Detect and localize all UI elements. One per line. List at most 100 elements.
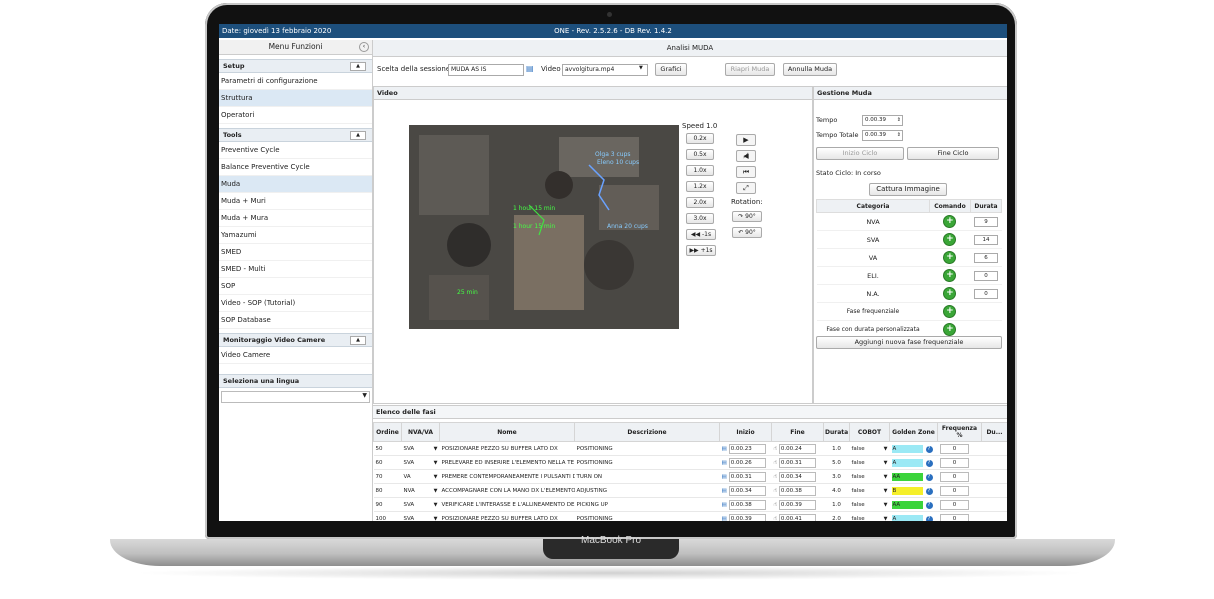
frequenza-cell[interactable]: 0 xyxy=(937,441,982,456)
sidebar-item[interactable]: SOP Database xyxy=(219,312,372,329)
mute-icon[interactable]: ◀̸ xyxy=(736,150,756,162)
table-row[interactable]: 60 SVA ▼ PRELEVARE ED INSERIRE L'ELEMENTO N… xyxy=(373,455,1007,470)
frequenza-value[interactable]: 0 xyxy=(939,443,969,454)
video-player[interactable]: Olga 3 cups Eleno 10 cups 1 hour 15 min … xyxy=(409,125,679,329)
fine-cell[interactable]: ☝ 0.00.31 xyxy=(771,455,824,470)
fine-value[interactable]: 0.00.34 xyxy=(778,471,816,482)
hand-icon[interactable]: ☝ xyxy=(774,446,777,452)
table-row[interactable]: 50 SVA ▼ POSIZIONARE PEZZO SU BUFFER LATO D… xyxy=(373,441,1007,456)
language-select[interactable]: ▼ xyxy=(221,391,370,403)
collapse-icon[interactable]: ‹ xyxy=(359,42,369,52)
golden-zone-value[interactable]: A xyxy=(891,458,923,467)
inizio-value[interactable]: 0.00.39 xyxy=(728,513,766,521)
inizio-value[interactable]: 0.00.38 xyxy=(728,499,766,510)
inizio-cell[interactable]: ▤ 0.00.34 xyxy=(719,483,772,498)
descrizione-cell[interactable]: ADJUSTING xyxy=(574,483,720,498)
descrizione-cell[interactable]: POSITIONING xyxy=(574,511,720,521)
fine-value[interactable]: 0.00.41 xyxy=(778,513,816,521)
nome-cell[interactable]: POSIZIONARE PEZZO SU BUFFER LATO DX xyxy=(439,511,575,521)
calendar-icon[interactable]: ▤ xyxy=(722,502,727,508)
tempo-totale-input[interactable]: 0.00.39 ⇕ xyxy=(862,130,903,141)
sidebar-item[interactable]: SOP xyxy=(219,278,372,295)
table-row[interactable]: 100 SVA ▼ POSIZIONARE PEZZO SU BUFFER LATO … xyxy=(373,511,1007,521)
inizio-value[interactable]: 0.00.34 xyxy=(728,485,766,496)
descrizione-cell[interactable]: PICKING UP xyxy=(574,497,720,512)
fine-cell[interactable]: ☝ 0.00.24 xyxy=(771,441,824,456)
rotate-cw-button[interactable]: ↷ 90° xyxy=(732,211,762,222)
calendar-icon[interactable]: ▤ xyxy=(722,488,727,494)
sidebar-item[interactable]: Yamazumi xyxy=(219,227,372,244)
sidebar-item[interactable]: Preventive Cycle xyxy=(219,142,372,159)
descrizione-cell[interactable]: POSITIONING xyxy=(574,441,720,456)
table-row[interactable]: 80 NVA ▼ ACCOMPAGNARE CON LA MANO DX L'ELEM… xyxy=(373,483,1007,498)
inizio-value[interactable]: 0.00.31 xyxy=(728,471,766,482)
nva-cell[interactable]: NVA ▼ xyxy=(401,483,440,498)
golden-zone-value[interactable]: A xyxy=(891,444,923,453)
fine-ciclo-button[interactable]: Fine Ciclo xyxy=(907,147,999,160)
hand-icon[interactable]: ☝ xyxy=(774,502,777,508)
section-setup[interactable]: Setup ▲ xyxy=(219,59,372,73)
golden-zone-cell[interactable]: AA? xyxy=(889,497,938,512)
nome-cell[interactable]: VERIFICARE L'INTERASSE E L'ALLINEAMENTO … xyxy=(439,497,575,512)
inizio-cell[interactable]: ▤ 0.00.39 xyxy=(719,511,772,521)
sidebar-item[interactable]: Struttura xyxy=(219,90,372,107)
calendar-icon[interactable]: ▤ xyxy=(722,474,727,480)
calendar-icon[interactable]: ▤ xyxy=(526,64,534,73)
frequenza-cell[interactable]: 0 xyxy=(937,483,982,498)
triangle-up-icon[interactable]: ▲ xyxy=(350,336,366,345)
frequenza-value[interactable]: 0 xyxy=(939,457,969,468)
inizio-cell[interactable]: ▤ 0.00.26 xyxy=(719,455,772,470)
inizio-value[interactable]: 0.00.23 xyxy=(728,443,766,454)
tempo-input[interactable]: 0.00.39 ⇕ xyxy=(862,115,903,126)
nva-cell[interactable]: SVA ▼ xyxy=(401,441,440,456)
frequenza-cell[interactable]: 0 xyxy=(937,511,982,521)
video-select[interactable]: avvolgitura.mp4 xyxy=(562,64,648,76)
cobot-cell[interactable]: false ▼ xyxy=(849,469,890,484)
add-icon[interactable]: + xyxy=(943,323,957,336)
nva-cell[interactable]: SVA ▼ xyxy=(401,455,440,470)
sidebar-item[interactable]: Operatori xyxy=(219,107,372,124)
skip-back-button[interactable]: ◀◀ -1s xyxy=(686,229,716,240)
play-icon[interactable]: ▶ xyxy=(736,134,756,146)
section-tools[interactable]: Tools ▲ xyxy=(219,128,372,142)
cobot-cell[interactable]: false ▼ xyxy=(849,441,890,456)
fine-value[interactable]: 0.00.31 xyxy=(778,457,816,468)
inizio-ciclo-button[interactable]: Inizio Ciclo xyxy=(816,147,904,160)
add-icon[interactable]: + xyxy=(943,269,957,282)
add-icon[interactable]: + xyxy=(943,251,957,264)
section-monitor[interactable]: Monitoraggio Video Camere ▲ xyxy=(219,333,372,347)
sidebar-item[interactable]: SMED xyxy=(219,244,372,261)
cobot-cell[interactable]: false ▼ xyxy=(849,483,890,498)
golden-zone-cell[interactable]: A? xyxy=(889,511,938,521)
speed-button[interactable]: 0.2x xyxy=(686,133,714,144)
nome-cell[interactable]: PRELEVARE ED INSERIRE L'ELEMENTO NELLA T… xyxy=(439,455,575,470)
info-icon[interactable]: ? xyxy=(925,445,933,453)
info-icon[interactable]: ? xyxy=(925,473,933,481)
cattura-immagine-button[interactable]: Cattura Immagine xyxy=(869,183,947,196)
triangle-up-icon[interactable]: ▲ xyxy=(350,62,366,71)
rotate-ccw-button[interactable]: ↶ 90° xyxy=(732,227,762,238)
fine-value[interactable]: 0.00.38 xyxy=(778,485,816,496)
cobot-cell[interactable]: false ▼ xyxy=(849,511,890,521)
nome-cell[interactable]: PREMERE CONTEMPORANEAMENTE I PULSANTI D xyxy=(439,469,575,484)
sidebar-item[interactable]: Muda xyxy=(219,176,372,193)
golden-zone-value[interactable]: B xyxy=(891,486,923,495)
aggiungi-fase-button[interactable]: Aggiungi nuova fase frequenziale xyxy=(816,336,1002,349)
inizio-cell[interactable]: ▤ 0.00.23 xyxy=(719,441,772,456)
nome-cell[interactable]: POSIZIONARE PEZZO SU BUFFER LATO DX xyxy=(439,441,575,456)
calendar-icon[interactable]: ▤ xyxy=(722,460,727,466)
sidebar-item[interactable]: Parametri di configurazione xyxy=(219,73,372,90)
speed-button[interactable]: 3.0x xyxy=(686,213,714,224)
fine-value[interactable]: 0.00.24 xyxy=(778,443,816,454)
inizio-cell[interactable]: ▤ 0.00.31 xyxy=(719,469,772,484)
table-row[interactable]: 70 VA ▼ PREMERE CONTEMPORANEAMENTE I PULSAN… xyxy=(373,469,1007,484)
info-icon[interactable]: ? xyxy=(925,459,933,467)
speed-button[interactable]: 0.5x xyxy=(686,149,714,160)
golden-zone-cell[interactable]: A? xyxy=(889,441,938,456)
nome-cell[interactable]: ACCOMPAGNARE CON LA MANO DX L'ELEMENTO xyxy=(439,483,575,498)
frequenza-cell[interactable]: 0 xyxy=(937,497,982,512)
sidebar-item[interactable]: Balance Preventive Cycle xyxy=(219,159,372,176)
fine-cell[interactable]: ☝ 0.00.39 xyxy=(771,497,824,512)
inizio-value[interactable]: 0.00.26 xyxy=(728,457,766,468)
hand-icon[interactable]: ☝ xyxy=(774,488,777,494)
